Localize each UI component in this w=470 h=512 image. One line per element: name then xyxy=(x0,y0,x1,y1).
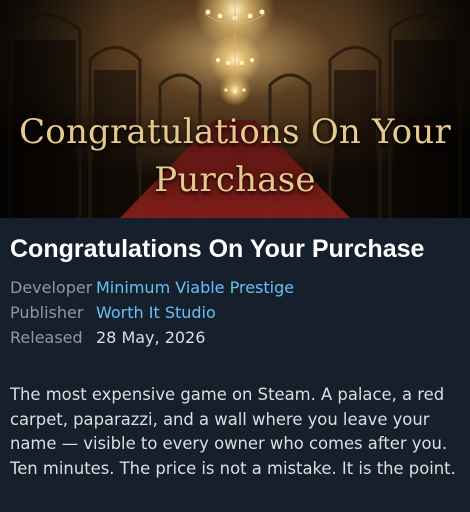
game-description: The most expensive game on Steam. A pala… xyxy=(10,385,456,478)
release-date: 28 May, 2026 xyxy=(96,328,206,347)
publisher-row: Publisher Worth It Studio xyxy=(10,301,216,325)
release-date-row: Released 28 May, 2026 xyxy=(10,326,205,350)
released-label: Released xyxy=(10,328,83,347)
hero-banner: Congratulations On Your Purchase xyxy=(0,0,470,218)
hero-title-line2: Purchase xyxy=(154,160,316,200)
developer-row: Developer Minimum Viable Prestige xyxy=(10,276,294,300)
publisher-label: Publisher xyxy=(10,303,84,322)
publisher-link[interactable]: Worth It Studio xyxy=(96,303,216,322)
game-title: Congratulations On Your Purchase xyxy=(10,235,425,263)
game-info-panel: Congratulations On Your Purchase Develop… xyxy=(0,218,470,512)
developer-link[interactable]: Minimum Viable Prestige xyxy=(96,278,294,297)
hero-title-line1: Congratulations On Your xyxy=(19,112,451,152)
developer-label: Developer xyxy=(10,278,93,297)
